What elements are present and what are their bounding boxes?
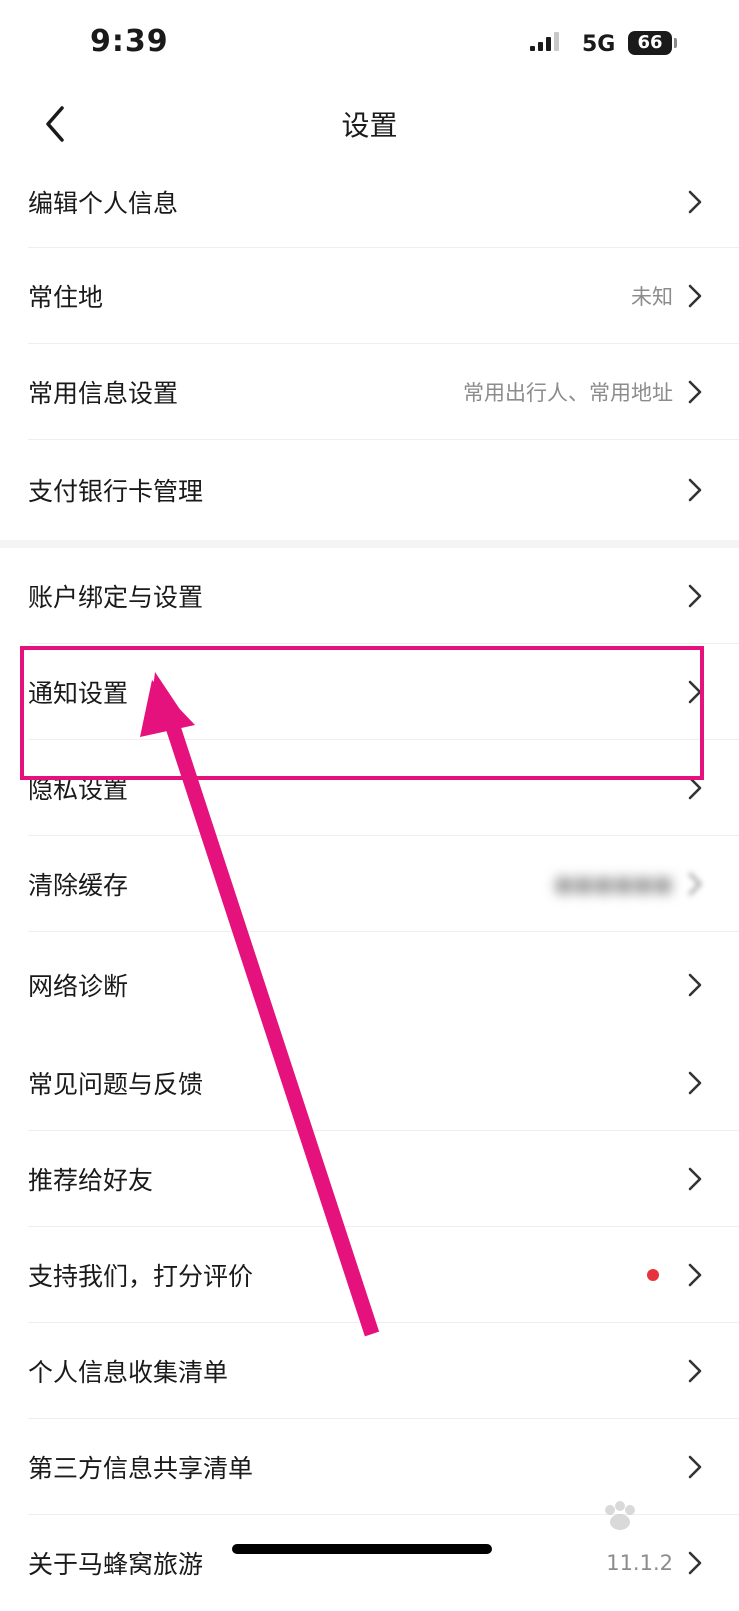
- cache-size-blurred: ■■■■■■: [553, 872, 673, 896]
- row-value: 常用出行人、常用地址: [463, 381, 673, 405]
- row-recommend-friends[interactable]: 推荐给好友: [0, 1131, 739, 1227]
- row-edit-profile[interactable]: 编辑个人信息: [0, 155, 739, 248]
- row-label: 推荐给好友: [28, 1166, 154, 1195]
- row-label: 编辑个人信息: [28, 188, 179, 218]
- chevron-right-icon: [688, 584, 702, 608]
- settings-group-about: 常见问题与反馈 推荐给好友 支持我们，打分评价 个人信息收集清单 第三方信息共享…: [0, 1035, 739, 1611]
- row-label: 账户绑定与设置: [28, 583, 204, 612]
- row-clear-cache[interactable]: 清除缓存 ■■■■■■: [0, 836, 739, 932]
- chevron-right-icon: [688, 1551, 702, 1575]
- row-label: 支持我们，打分评价: [28, 1262, 254, 1291]
- chevron-right-icon: [688, 1263, 702, 1287]
- row-bank-card[interactable]: 支付银行卡管理: [0, 440, 739, 540]
- row-value: 未知: [631, 285, 673, 309]
- status-bar: 9:39 5G 66: [0, 0, 739, 88]
- row-label: 通知设置: [28, 679, 129, 708]
- page-title: 设置: [341, 109, 398, 142]
- settings-group-profile: 编辑个人信息 常住地 未知 常用信息设置 常用出行人、常用地址 支付银行卡管理: [0, 155, 739, 540]
- chevron-right-icon: [688, 973, 702, 996]
- red-dot-badge: [647, 1269, 659, 1281]
- row-account-binding[interactable]: 账户绑定与设置: [0, 548, 739, 644]
- row-label: 支付银行卡管理: [28, 477, 204, 506]
- chevron-right-icon: [688, 284, 702, 308]
- chevron-right-icon: [688, 190, 702, 213]
- row-label: 隐私设置: [28, 775, 129, 804]
- chevron-right-icon: [688, 380, 702, 404]
- row-label: 常见问题与反馈: [28, 1070, 204, 1099]
- network-type: 5G: [582, 32, 616, 57]
- settings-group-account: 账户绑定与设置 通知设置 隐私设置 清除缓存 ■■■■■■ 网络诊断: [0, 548, 739, 1037]
- chevron-right-icon: [688, 1455, 702, 1479]
- row-residence[interactable]: 常住地 未知: [0, 248, 739, 344]
- row-rate-us[interactable]: 支持我们，打分评价: [0, 1227, 739, 1323]
- row-notification-settings[interactable]: 通知设置: [0, 644, 739, 740]
- row-label: 常用信息设置: [28, 379, 179, 408]
- row-label: 清除缓存: [28, 871, 129, 900]
- row-label: 网络诊断: [28, 971, 129, 1001]
- row-faq-feedback[interactable]: 常见问题与反馈: [0, 1035, 739, 1131]
- row-label: 个人信息收集清单: [28, 1358, 229, 1387]
- row-common-info[interactable]: 常用信息设置 常用出行人、常用地址: [0, 344, 739, 440]
- row-network-diagnosis[interactable]: 网络诊断: [0, 932, 739, 1037]
- chevron-right-icon: [688, 478, 702, 502]
- row-privacy-settings[interactable]: 隐私设置: [0, 740, 739, 836]
- row-about-app[interactable]: 关于马蜂窝旅游 11.1.2: [0, 1515, 739, 1611]
- row-label: 第三方信息共享清单: [28, 1454, 254, 1483]
- row-third-party-sharing[interactable]: 第三方信息共享清单: [0, 1419, 739, 1515]
- chevron-right-icon: [688, 680, 702, 704]
- row-label: 常住地: [28, 283, 104, 312]
- row-personal-info-list[interactable]: 个人信息收集清单: [0, 1323, 739, 1419]
- battery-indicator: 66: [628, 31, 672, 55]
- status-time: 9:39: [90, 24, 169, 59]
- home-indicator[interactable]: [232, 1544, 492, 1554]
- app-version: 11.1.2: [606, 1551, 673, 1575]
- battery-cap: [674, 38, 677, 48]
- chevron-right-icon: [688, 872, 702, 896]
- chevron-right-icon: [688, 776, 702, 800]
- signal-strength-icon: [530, 32, 559, 51]
- chevron-right-icon: [688, 1071, 702, 1095]
- chevron-right-icon: [688, 1167, 702, 1191]
- nav-bar: 设置: [0, 88, 739, 157]
- row-label: 关于马蜂窝旅游: [28, 1550, 204, 1579]
- chevron-right-icon: [688, 1359, 702, 1383]
